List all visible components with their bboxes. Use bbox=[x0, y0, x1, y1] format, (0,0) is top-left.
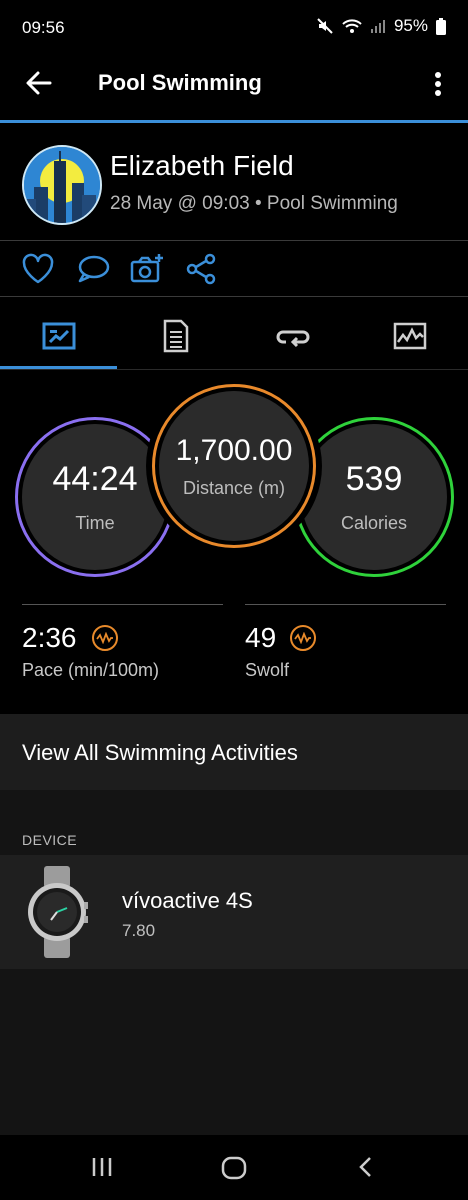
chart-icon bbox=[393, 322, 426, 350]
activity-date-type: 28 May @ 09:03 • Pool Swimming bbox=[110, 193, 398, 214]
divider bbox=[245, 604, 446, 605]
tab-overview[interactable] bbox=[0, 305, 117, 367]
add-photo-icon[interactable] bbox=[129, 252, 165, 286]
device-version: 7.80 bbox=[122, 921, 156, 940]
header-divider bbox=[0, 120, 468, 123]
status-time: 09:56 bbox=[22, 18, 65, 37]
metric-calories[interactable]: 539 Calories bbox=[294, 417, 454, 577]
distance-value: 1,700.00 bbox=[175, 433, 293, 467]
more-options-icon[interactable] bbox=[426, 70, 450, 98]
system-nav-bar bbox=[0, 1135, 468, 1200]
share-icon[interactable] bbox=[184, 252, 220, 286]
recent-apps-icon[interactable] bbox=[90, 1155, 114, 1179]
metric-time[interactable]: 44:24 Time bbox=[15, 417, 175, 577]
swolf-label: Swolf bbox=[245, 660, 290, 680]
metric-distance[interactable]: 1,700.00 Distance (m) bbox=[152, 384, 316, 548]
city-avatar-image bbox=[24, 147, 100, 223]
divider bbox=[0, 296, 468, 297]
tab-details[interactable] bbox=[117, 305, 234, 367]
mute-icon bbox=[317, 18, 333, 34]
wifi-icon bbox=[342, 19, 362, 33]
laps-icon bbox=[276, 330, 309, 348]
view-all-activities-label: View All Swimming Activities bbox=[22, 740, 298, 765]
divider bbox=[0, 369, 468, 370]
calories-value: 539 bbox=[345, 460, 403, 498]
battery-icon bbox=[436, 17, 446, 35]
device-name: vívoactive 4S bbox=[122, 888, 253, 913]
document-icon bbox=[163, 319, 188, 353]
device-section-header: DEVICE bbox=[22, 832, 78, 848]
user-name: Elizabeth Field bbox=[110, 150, 294, 181]
comment-icon[interactable] bbox=[75, 252, 111, 286]
tab-charts[interactable] bbox=[351, 305, 468, 367]
status-icons: 95% bbox=[316, 16, 446, 36]
home-icon[interactable] bbox=[221, 1155, 247, 1181]
swim-overview-icon bbox=[42, 322, 75, 350]
heart-icon[interactable] bbox=[20, 252, 56, 286]
pace-value: 2:36 bbox=[22, 622, 77, 653]
pace-label: Pace (min/100m) bbox=[22, 660, 160, 680]
time-value: 44:24 bbox=[52, 460, 138, 498]
back-arrow-icon[interactable] bbox=[22, 66, 56, 100]
watch-image bbox=[28, 866, 88, 958]
swolf-activity-icon[interactable] bbox=[290, 625, 316, 651]
tab-laps[interactable] bbox=[234, 305, 351, 367]
divider bbox=[22, 604, 223, 605]
divider bbox=[0, 240, 468, 241]
back-nav-icon[interactable] bbox=[355, 1155, 377, 1179]
avatar[interactable] bbox=[22, 145, 102, 225]
calories-label: Calories bbox=[340, 513, 408, 533]
pace-activity-icon[interactable] bbox=[92, 625, 118, 651]
swolf-value: 49 bbox=[245, 622, 277, 653]
distance-label: Distance (m) bbox=[182, 477, 285, 498]
page-title: Pool Swimming bbox=[98, 70, 262, 95]
time-label: Time bbox=[75, 513, 115, 533]
battery-percent: 95% bbox=[393, 16, 428, 35]
signal-icon bbox=[370, 20, 385, 33]
